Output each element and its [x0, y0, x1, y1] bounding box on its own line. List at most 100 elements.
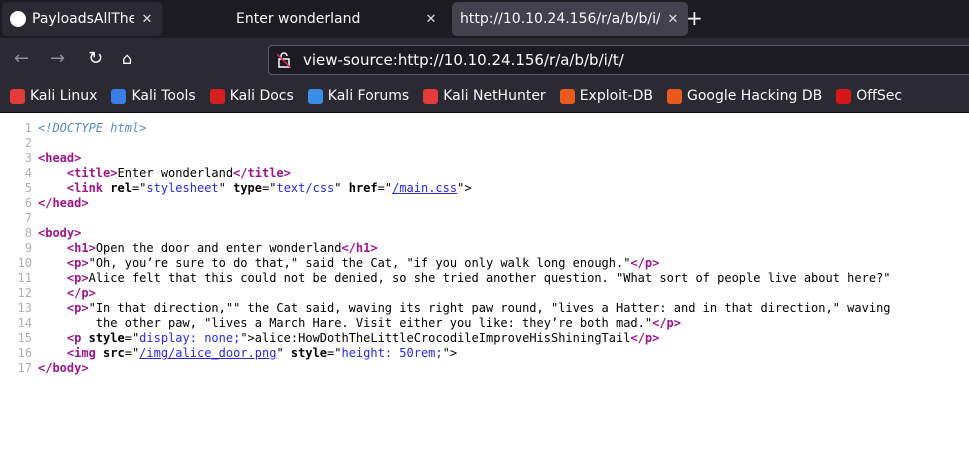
source-link[interactable]: /img/alice_door.png — [139, 346, 276, 361]
source-token-text: ">alice:HowDothTheLittleCrocodileImprove… — [240, 331, 631, 345]
source-token-tag: </p> — [630, 331, 660, 345]
bookmark-favicon-icon — [209, 88, 225, 104]
source-token-text — [38, 286, 67, 301]
close-tab-icon[interactable]: ✕ — [424, 12, 438, 27]
source-line: 9 <h1> Open the door and enter wonderland… — [0, 241, 969, 256]
source-link[interactable]: /main.css — [392, 181, 457, 196]
source-token-tag: <p> — [66, 301, 89, 315]
close-tab-icon[interactable]: ✕ — [140, 12, 154, 27]
line-number: 5 — [24, 181, 32, 195]
line-number: 8 — [24, 226, 32, 240]
bookmark-favicon-icon — [423, 88, 439, 104]
source-token-tag: <link — [66, 181, 111, 195]
source-line: 10 <p> "Oh, you’re sure to do that," said… — [0, 256, 969, 271]
source-token-tag: <title> — [66, 166, 118, 180]
source-token-text: =" — [124, 331, 140, 345]
source-line: 2 — [0, 136, 969, 151]
line-number: 6 — [24, 196, 32, 210]
line-number: 12 — [17, 286, 32, 300]
line-number: 2 — [24, 136, 32, 150]
bookmark-label: Kali Forums — [327, 88, 410, 104]
bookmark-kali-linux[interactable]: Kali Linux — [10, 88, 97, 104]
line-number: 14 — [17, 316, 32, 330]
bookmark-favicon-icon — [10, 88, 25, 104]
source-line: 7 — [0, 211, 969, 226]
line-number: 15 — [17, 331, 32, 345]
source-line: 17 </body> — [0, 361, 969, 376]
source-token-text — [38, 271, 67, 286]
line-number: 16 — [17, 346, 32, 360]
source-token-text: "> — [457, 181, 472, 195]
address-bar[interactable]: view-source:http://10.10.24.156/r/a/b/b/… — [268, 45, 969, 75]
back-button[interactable]: ← — [14, 48, 29, 69]
bookmark-exploit-db[interactable]: Exploit-DB — [559, 88, 653, 104]
source-token-text: Open the door and enter wonderland — [95, 241, 342, 255]
new-tab-button[interactable]: + — [686, 6, 703, 30]
source-token-val: display: none; — [139, 331, 241, 345]
source-token-text: "> — [442, 346, 458, 360]
close-tab-icon[interactable]: ✕ — [666, 12, 680, 27]
bookmark-label: OffSec — [856, 88, 903, 104]
insecure-lock-icon — [276, 52, 292, 69]
github-icon — [10, 11, 26, 27]
bookmarks-bar: Kali Linux Kali Tools Kali Docs Kali Forums… — [0, 80, 969, 113]
source-line: 11 <p> Alice felt that this could not be … — [0, 271, 969, 286]
source-token-tag: <img — [66, 346, 104, 360]
line-number: 17 — [17, 361, 32, 375]
bookmark-offsec[interactable]: OffSec — [836, 88, 902, 104]
source-token-text — [38, 181, 67, 196]
source-token-val: height: 50rem; — [341, 346, 443, 360]
source-token-text: " — [276, 346, 291, 360]
tab-bar: PayloadsAllTheThings/Re ✕ Enter wonderla… — [0, 0, 969, 38]
source-token-text: "In that direction,"" the Cat said, wavi… — [88, 301, 891, 315]
source-token-tag: </body> — [38, 361, 89, 375]
source-token-tag: </title> — [233, 166, 291, 180]
bookmark-favicon-icon — [111, 88, 127, 104]
source-token-text: " — [334, 181, 349, 195]
source-token-text — [38, 166, 67, 181]
forward-button[interactable]: → — [50, 48, 65, 69]
source-token-tag: <head> — [38, 151, 82, 165]
source-token-attr: style — [88, 331, 125, 345]
source-token-text: =" — [262, 181, 277, 195]
bookmark-favicon-icon — [836, 88, 852, 104]
source-token-text: =" — [131, 181, 147, 195]
bookmark-kali-nethunter[interactable]: Kali NetHunter — [423, 88, 546, 104]
source-token-com: <!DOCTYPE html> — [38, 121, 147, 135]
line-number: 11 — [17, 271, 32, 285]
bookmark-google-hacking-db[interactable]: Google Hacking DB — [666, 88, 822, 104]
bookmark-label: Kali Tools — [131, 88, 196, 104]
bookmark-favicon-icon — [307, 88, 323, 104]
source-token-tag: <h1> — [66, 241, 96, 255]
line-number: 4 — [24, 166, 32, 180]
line-number: 7 — [24, 211, 32, 225]
bookmark-kali-tools[interactable]: Kali Tools — [111, 88, 196, 104]
source-token-text: "Oh, you’re sure to do that," said the C… — [88, 256, 631, 270]
source-line: 16 <img src ="/img/alice_door.png " style =… — [0, 346, 969, 361]
source-token-attr: src — [103, 346, 125, 360]
tab-title: http://10.10.24.156/r/a/b/b/i/t/ — [460, 11, 660, 27]
source-token-text: =" — [377, 181, 393, 195]
bookmark-kali-docs[interactable]: Kali Docs — [209, 88, 294, 104]
tab-title: PayloadsAllTheThings/Re — [32, 11, 134, 27]
bookmark-kali-forums[interactable]: Kali Forums — [307, 88, 410, 104]
tab-payloadsallthethings[interactable]: PayloadsAllTheThings/Re ✕ — [2, 2, 162, 36]
source-token-text — [38, 346, 67, 361]
source-line: 1 <!DOCTYPE html> — [0, 121, 969, 136]
source-line: 12 </p> — [0, 286, 969, 301]
source-token-text — [38, 331, 67, 346]
source-token-text: " — [218, 181, 234, 195]
reload-button[interactable]: ↻ — [88, 48, 103, 69]
tab-view-source[interactable]: http://10.10.24.156/r/a/b/b/i/t/ ✕ — [452, 2, 688, 36]
home-button[interactable]: ⌂ — [122, 49, 132, 68]
line-number: 3 — [24, 151, 32, 165]
tab-enter-wonderland[interactable]: Enter wonderland ✕ — [228, 2, 446, 36]
source-token-val: text/css — [276, 181, 335, 195]
source-line: 13 <p> "In that direction,"" the Cat said… — [0, 301, 969, 316]
source-token-tag: </h1> — [341, 241, 378, 255]
source-token-text: =" — [124, 346, 140, 360]
source-token-text: =" — [327, 346, 342, 360]
source-line: 15 <p style =" display: none; ">alice:HowDo… — [0, 331, 969, 346]
source-token-attr: href — [348, 181, 378, 195]
bookmark-label: Kali NetHunter — [443, 88, 546, 104]
